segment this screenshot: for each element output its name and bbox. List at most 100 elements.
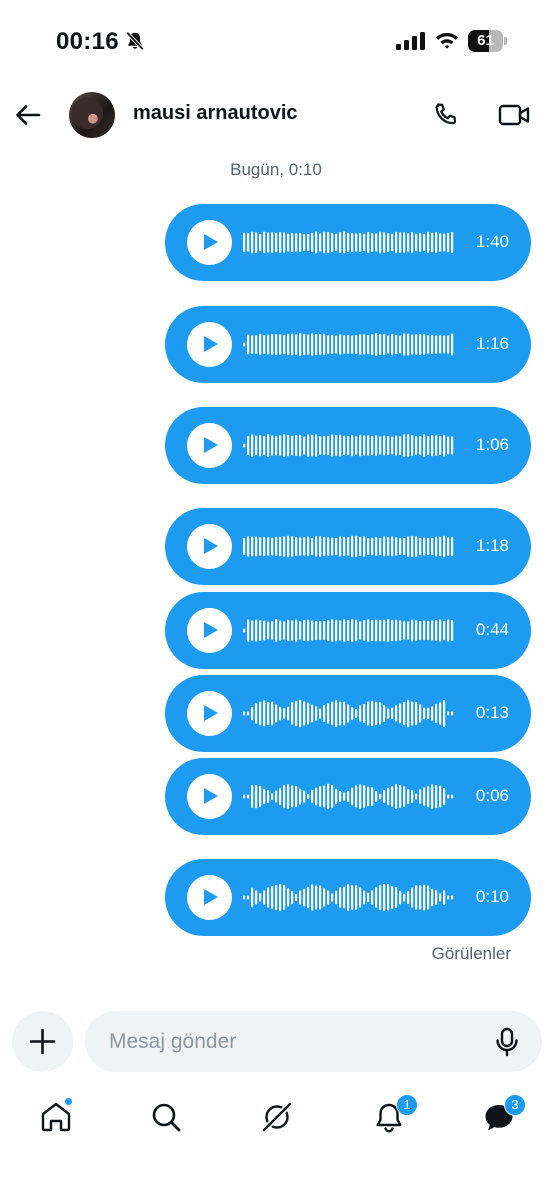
microphone-icon[interactable] [494, 1027, 520, 1057]
play-button[interactable] [187, 774, 232, 819]
waveform-bar [311, 232, 314, 253]
play-button[interactable] [187, 608, 232, 653]
play-button[interactable] [187, 423, 232, 468]
waveform-bar [267, 232, 270, 253]
waveform-bar [339, 434, 342, 457]
waveform-bar [383, 536, 386, 557]
waveform-bar [295, 894, 298, 902]
voice-message[interactable]: 1:06 [165, 407, 531, 484]
voice-message[interactable]: 0:13 [165, 675, 531, 752]
waveform-bar [295, 619, 298, 642]
nav-search[interactable] [149, 1100, 183, 1134]
waveform-bar [375, 887, 378, 908]
waveform-bar [263, 620, 266, 641]
waveform-bar [391, 886, 394, 909]
nav-home[interactable] [39, 1097, 73, 1134]
waveform-bar [259, 434, 262, 457]
play-button[interactable] [187, 220, 232, 265]
waveform-bar [339, 790, 342, 803]
audio-waveform[interactable] [243, 520, 455, 573]
waveform-bar [439, 233, 442, 252]
waveform-bar [355, 436, 358, 455]
audio-waveform[interactable] [243, 604, 455, 657]
waveform-bar [335, 233, 338, 252]
voice-message[interactable]: 0:10 [165, 859, 531, 936]
play-button[interactable] [187, 322, 232, 367]
waveform-bar [283, 334, 286, 355]
audio-waveform[interactable] [243, 419, 455, 472]
play-icon [204, 538, 218, 554]
waveform-bar [407, 434, 410, 457]
play-button[interactable] [187, 875, 232, 920]
audio-waveform[interactable] [243, 770, 455, 823]
waveform-bar [407, 890, 410, 905]
audio-waveform[interactable] [243, 871, 455, 924]
audio-waveform[interactable] [243, 687, 455, 740]
waveform-bar [323, 231, 326, 254]
waveform-bar [383, 435, 386, 456]
audio-waveform[interactable] [243, 216, 455, 269]
video-call-icon[interactable] [498, 102, 530, 128]
waveform-bar [339, 620, 342, 641]
avatar[interactable] [69, 92, 115, 138]
message-input[interactable]: Mesaj gönder [85, 1011, 542, 1072]
waveform-bar [307, 334, 310, 355]
waveform-bar [451, 620, 454, 641]
waveform-bar [283, 434, 286, 457]
voice-message[interactable]: 0:44 [165, 592, 531, 669]
waveform-bar [411, 887, 414, 908]
waveform-bar [359, 705, 362, 722]
waveform-bar [275, 232, 278, 253]
waveform-bar [271, 435, 274, 456]
waveform-bar [423, 707, 426, 720]
waveform-bar [267, 334, 270, 355]
waveform-bar [399, 703, 402, 724]
voice-message[interactable]: 0:06 [165, 758, 531, 835]
nav-grok[interactable] [260, 1100, 294, 1134]
waveform-bar [327, 335, 330, 354]
waveform-bar [443, 700, 446, 727]
waveform-bar [251, 620, 254, 641]
waveform-bar [251, 785, 254, 808]
play-button[interactable] [187, 691, 232, 736]
nav-notifications[interactable]: 1 [372, 1094, 418, 1134]
waveform-bar [283, 885, 286, 910]
waveform-bar [403, 786, 406, 807]
waveform-bar [299, 537, 302, 556]
add-attachment-button[interactable] [12, 1011, 73, 1072]
waveform-bar [407, 621, 410, 640]
waveform-bar [375, 701, 378, 726]
nav-messages[interactable]: 3 [482, 1094, 526, 1134]
play-button[interactable] [187, 524, 232, 569]
waveform-bar [267, 789, 270, 804]
phone-call-icon[interactable] [432, 101, 460, 129]
waveform-bar [323, 333, 326, 356]
waveform-bar [319, 620, 322, 641]
waveform-bar [363, 890, 366, 905]
waveform-bar [375, 435, 378, 456]
back-arrow-icon[interactable] [14, 101, 42, 129]
waveform-bar [399, 785, 402, 808]
waveform-bar [383, 789, 386, 804]
contact-name[interactable]: mausi arnautovic [133, 102, 298, 125]
waveform-bar [311, 434, 314, 457]
waveform-bar [419, 233, 422, 252]
waveform-bar [335, 335, 338, 354]
waveform-bar [343, 231, 346, 254]
waveform-bar [431, 232, 434, 253]
waveform-bar [379, 231, 382, 254]
audio-waveform[interactable] [243, 318, 455, 371]
waveform-bar [331, 232, 334, 253]
status-time: 00:16 [56, 28, 119, 55]
voice-message[interactable]: 1:18 [165, 508, 531, 585]
waveform-bar [347, 335, 350, 354]
voice-duration: 0:10 [475, 887, 509, 906]
voice-message[interactable]: 1:16 [165, 306, 531, 383]
waveform-bar [335, 619, 338, 642]
waveform-bar [351, 335, 354, 354]
waveform-bar [243, 342, 246, 347]
waveform-bar [431, 334, 434, 355]
voice-message[interactable]: 1:40 [165, 204, 531, 281]
waveform-bar [279, 232, 282, 253]
waveform-bar [403, 232, 406, 253]
